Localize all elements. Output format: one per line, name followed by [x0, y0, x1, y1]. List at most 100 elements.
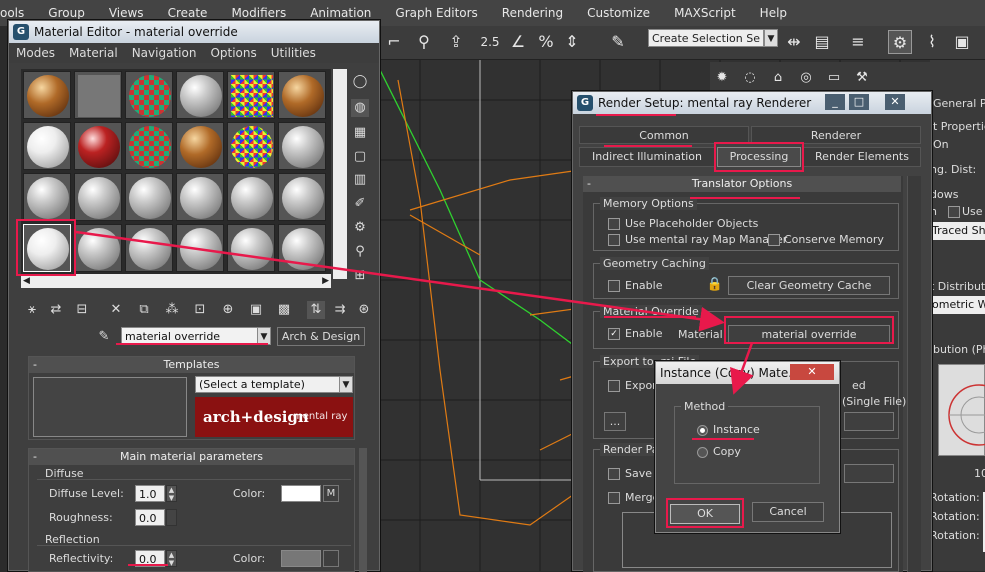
use-placeholder-checkbox[interactable]: [608, 218, 620, 230]
options-icon[interactable]: ⚙: [351, 219, 369, 237]
export-checkbox[interactable]: [608, 380, 620, 392]
close-button[interactable]: ✕: [790, 364, 834, 380]
video-color-check-icon[interactable]: ▥: [351, 171, 369, 189]
menu-tools[interactable]: ools: [0, 6, 36, 20]
menu-animation[interactable]: Animation: [298, 6, 383, 20]
tab-common[interactable]: Common: [579, 126, 749, 144]
reflection-map-button[interactable]: [323, 550, 339, 567]
sample-slot[interactable]: [278, 173, 326, 221]
template-select[interactable]: (Select a template): [195, 376, 341, 393]
create-tab-icon[interactable]: ✹: [710, 66, 734, 90]
curve-editor-icon[interactable]: ⌇: [920, 30, 944, 54]
schematic-icon[interactable]: ▣: [950, 30, 974, 54]
me-menu-options[interactable]: Options: [203, 46, 263, 60]
put-to-library-icon[interactable]: ⊡: [191, 301, 209, 319]
material-override-enable-checkbox[interactable]: ✓: [608, 328, 620, 340]
make-unique-icon[interactable]: ⁂: [163, 301, 181, 319]
modify-tab-icon[interactable]: ◌: [738, 66, 762, 90]
sample-slot-selected[interactable]: [23, 224, 71, 272]
slots-vertical-scrollbar[interactable]: [333, 69, 347, 279]
close-button[interactable]: ✕: [885, 94, 905, 110]
render-setup-toolbar-icon[interactable]: ⚙: [888, 30, 912, 54]
sample-slot[interactable]: [176, 122, 224, 170]
hierarchy-icon[interactable]: ⚲: [412, 30, 436, 54]
use-checkbox[interactable]: [948, 206, 960, 218]
spinner-snap-icon[interactable]: ⇕: [560, 30, 584, 54]
selection-set-input[interactable]: Create Selection Se: [648, 29, 764, 47]
menu-help[interactable]: Help: [748, 6, 799, 20]
templates-header[interactable]: - Templates: [29, 357, 354, 373]
diffuse-color-swatch[interactable]: [281, 485, 321, 502]
put-to-scene-icon[interactable]: ⇄: [47, 301, 65, 319]
utilities-tab-icon[interactable]: ⚒: [850, 66, 874, 90]
material-editor-titlebar[interactable]: G Material Editor - material override: [9, 21, 379, 43]
motion-tab-icon[interactable]: ◎: [794, 66, 818, 90]
named-selection-icon[interactable]: ✎: [606, 30, 630, 54]
copy-radio[interactable]: [697, 447, 708, 458]
tab-indirect-illumination[interactable]: Indirect Illumination: [579, 147, 715, 167]
sample-slot[interactable]: [125, 224, 173, 272]
material-id-icon[interactable]: ⊕: [219, 301, 237, 319]
instance-radio[interactable]: [697, 425, 708, 436]
assign-material-icon[interactable]: ⊟: [73, 301, 91, 319]
ok-button[interactable]: OK: [670, 504, 740, 524]
me-menu-material[interactable]: Material: [62, 46, 125, 60]
display-tab-icon[interactable]: ▭: [822, 66, 846, 90]
lock-icon[interactable]: 🔒: [706, 276, 724, 294]
sample-slot[interactable]: [125, 71, 173, 119]
main-params-header[interactable]: - Main material parameters: [29, 449, 354, 465]
sample-slot[interactable]: [176, 173, 224, 221]
render-setup-titlebar[interactable]: G Render Setup: mental ray Renderer: [573, 92, 931, 114]
link-icon[interactable]: ⌐: [382, 30, 406, 54]
go-forward-icon[interactable]: ⇉: [331, 301, 349, 319]
background-icon[interactable]: ▦: [351, 124, 369, 142]
sample-slot[interactable]: [23, 122, 71, 170]
material-navigator-icon[interactable]: ⊞: [351, 267, 369, 285]
menu-maxscript[interactable]: MAXScript: [662, 6, 748, 20]
reflection-color-swatch[interactable]: [281, 550, 321, 567]
sample-slot[interactable]: [74, 224, 122, 272]
menu-views[interactable]: Views: [97, 6, 156, 20]
clear-geometry-cache-button[interactable]: Clear Geometry Cache: [728, 276, 890, 295]
translator-options-header[interactable]: - Translator Options: [583, 176, 901, 192]
chevron-down-icon[interactable]: ▼: [764, 29, 778, 47]
diffuse-level-spinner[interactable]: ▲ ▼: [166, 485, 177, 502]
export-browse-button[interactable]: ...: [604, 412, 626, 431]
me-menu-navigation[interactable]: Navigation: [125, 46, 204, 60]
save-pass-path-field[interactable]: [844, 464, 894, 483]
backlight-icon[interactable]: ◍: [351, 99, 369, 117]
hierarchy-tab-icon[interactable]: ⌂: [766, 66, 790, 90]
sample-slot[interactable]: [176, 71, 224, 119]
roughness-input[interactable]: 0.0: [135, 509, 165, 526]
diffuse-map-button[interactable]: M: [323, 485, 339, 502]
shadow-type-select[interactable]: Traced Sha: [930, 222, 985, 240]
sample-slot[interactable]: [74, 173, 122, 221]
show-map-icon[interactable]: ▣: [247, 301, 265, 319]
save-pass-checkbox[interactable]: [608, 468, 620, 480]
export-path-field[interactable]: [844, 412, 894, 431]
sample-slot[interactable]: [278, 224, 326, 272]
roughness-spinner[interactable]: [166, 509, 177, 526]
reset-map-icon[interactable]: ✕: [107, 301, 125, 319]
tab-processing[interactable]: Processing: [717, 147, 801, 167]
geometry-cache-enable-checkbox[interactable]: [608, 280, 620, 292]
place-icon[interactable]: ⇪: [444, 30, 468, 54]
menu-customize[interactable]: Customize: [575, 6, 662, 20]
sample-slot[interactable]: [227, 173, 275, 221]
make-copy-icon[interactable]: ⧉: [135, 301, 153, 319]
params-scrollbar[interactable]: [359, 448, 367, 572]
sample-slot[interactable]: [176, 224, 224, 272]
conserve-memory-checkbox[interactable]: [768, 234, 780, 246]
snap-spinner-icon[interactable]: 2.5: [478, 30, 502, 54]
mirror-icon[interactable]: ⇹: [782, 30, 806, 54]
go-sibling-icon[interactable]: ⊛: [355, 301, 373, 319]
minimize-button[interactable]: _: [825, 94, 845, 110]
material-type-button[interactable]: Arch & Design: [277, 327, 365, 346]
distribution-select[interactable]: ometric We: [930, 296, 985, 314]
percent-snap-icon[interactable]: %: [534, 30, 558, 54]
sample-slot[interactable]: [278, 71, 326, 119]
chevron-down-icon[interactable]: ▼: [339, 376, 353, 393]
go-to-parent-icon[interactable]: ⇅: [307, 301, 325, 319]
uv-tiling-icon[interactable]: ▢: [351, 148, 369, 166]
me-menu-modes[interactable]: Modes: [9, 46, 62, 60]
